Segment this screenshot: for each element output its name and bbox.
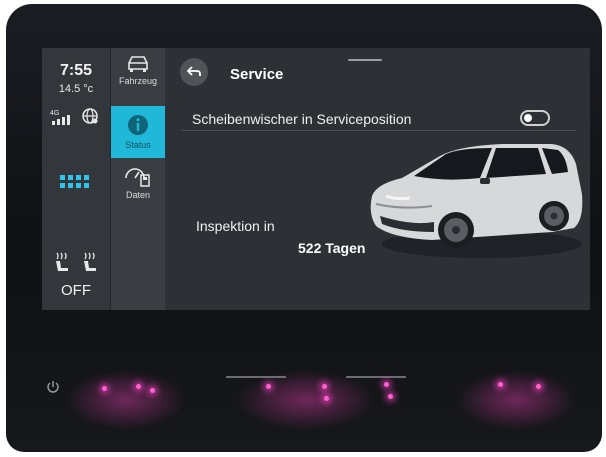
led-indicator [150,388,155,393]
status-sidebar: 7:55 14.5 °c 4G OFF [42,48,111,310]
ambient-glow-center [236,370,376,430]
outside-temperature: 14.5 °c [58,83,94,95]
wiper-service-toggle[interactable] [520,110,550,126]
infotainment-screen: 7:55 14.5 °c 4G OFF Fahrzeug Status Date… [42,48,590,310]
back-arrow-icon [186,66,201,76]
led-indicator [102,386,107,391]
ventilation-level-icon[interactable] [60,175,90,189]
power-icon[interactable] [46,380,60,394]
wiper-service-setting-row[interactable]: Scheibenwischer in Serviceposition [182,100,576,131]
clock: 7:55 [59,62,93,79]
seat-heating-state: OFF [61,282,91,299]
display-bezel: 7:55 14.5 °c 4G OFF Fahrzeug Status Date… [6,4,602,452]
nav-item-daten[interactable]: Daten [111,164,165,220]
inspection-days-value: 522 Tagen [298,240,366,256]
ambient-glow-left [66,370,186,430]
seat-heating-left-icon[interactable] [52,251,72,275]
temp-slider-left[interactable] [226,376,286,378]
nav-item-status[interactable]: Status [111,106,165,158]
nav-label-daten: Daten [125,190,151,200]
inspection-label: Inspektion in [196,218,275,234]
temp-slider-right[interactable] [346,376,406,378]
wiper-service-label: Scheibenwischer in Serviceposition [192,111,412,127]
back-button[interactable] [180,58,208,86]
signal-strength-icon: 4G [50,110,70,125]
globe-connection-icon[interactable] [80,106,100,126]
gauge-fuel-icon [125,168,150,187]
drag-handle[interactable] [348,59,382,61]
led-indicator [136,384,141,389]
led-indicator [266,384,271,389]
vehicle-nav: Fahrzeug Status Daten [111,48,165,310]
led-indicator [388,394,393,399]
led-indicator [384,382,389,387]
service-page: Service Scheibenwischer in Servicepositi… [166,48,590,310]
led-indicator [498,382,503,387]
led-indicator [324,396,329,401]
nav-label-fahrzeug: Fahrzeug [118,76,158,86]
ambient-glow-right [456,370,576,430]
network-type-label: 4G [50,110,59,117]
vehicle-illustration [370,144,583,258]
page-title: Service [230,66,284,83]
info-icon [128,115,148,135]
led-indicator [322,384,327,389]
nav-item-fahrzeug[interactable]: Fahrzeug [111,52,165,108]
nav-label-status: Status [125,140,151,150]
car-icon [128,56,148,72]
seat-heating-right-icon[interactable] [80,251,100,275]
climate-control-bar [36,370,596,430]
toggle-knob [524,114,532,122]
led-indicator [536,384,541,389]
